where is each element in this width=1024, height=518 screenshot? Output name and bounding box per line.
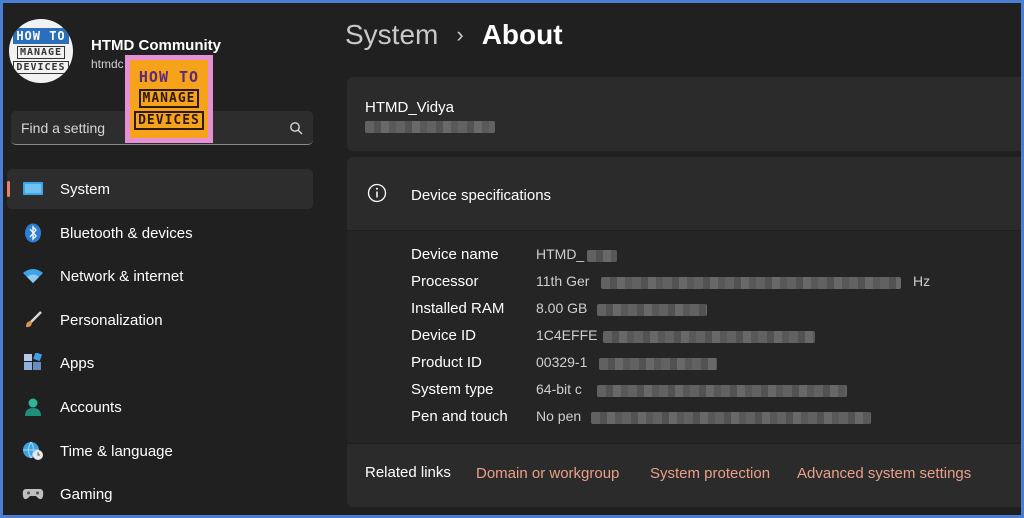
sidebar-item-apps[interactable]: Apps [7,343,313,383]
system-monitor-icon [21,178,45,200]
settings-window: HOW TO MANAGE DEVICES HTMD Community htm… [3,3,1021,515]
sidebar-item-network[interactable]: Network & internet [7,256,313,296]
spec-label: Device name [411,246,499,263]
breadcrumb-parent[interactable]: System [345,19,438,51]
profile-email: htmdc [91,57,124,71]
spec-value: 1C4EFFE [536,327,598,343]
device-specifications-title: Device specifications [411,187,552,204]
wifi-icon [21,265,45,287]
avatar-text-line3: DEVICES [13,61,69,74]
related-links-label: Related links [365,464,451,481]
profile-name: HTMD Community [91,37,221,54]
spec-label: System type [411,381,494,398]
redacted-text [597,304,707,316]
sidebar-item-label: Network & internet [60,268,184,286]
redacted-text [591,412,871,424]
spec-label: Processor [411,273,479,290]
search-icon[interactable] [289,121,303,135]
spec-label: Installed RAM [411,300,505,317]
sidebar-item-label: Gaming [60,486,113,504]
info-icon [367,183,387,203]
watermark-line2: MANAGE [138,89,200,108]
spec-value: No pen [536,408,582,424]
sidebar-item-accounts[interactable]: Accounts [7,387,313,427]
main-content: System › About HTMD_Vidya Device specifi… [323,3,1021,515]
redacted-text [365,121,495,133]
search-placeholder: Find a setting [21,120,106,136]
spec-row-product-id: Product ID 00329-1 [411,352,1011,374]
sidebar-item-bluetooth[interactable]: Bluetooth & devices [7,213,313,253]
redacted-text [601,277,901,289]
sidebar-item-personalization[interactable]: Personalization [7,300,313,340]
spec-row-device-name: Device name HTMD_ [411,244,1011,266]
avatar-text-line1: HOW TO [13,28,69,44]
sidebar: HOW TO MANAGE DEVICES HTMD Community htm… [3,3,323,515]
spec-row-device-id: Device ID 1C4EFFE [411,325,1011,347]
domain-workgroup-link[interactable]: Domain or workgroup [476,465,619,482]
spec-value: 00329-1 [536,354,588,370]
sidebar-item-label: System [60,181,111,198]
active-indicator [7,181,10,197]
gamepad-icon [21,483,45,505]
sidebar-item-system[interactable]: System [7,169,313,209]
spec-value: 8.00 GB [536,300,588,316]
related-links: Related links Domain or workgroup System… [347,443,1021,507]
sidebar-item-time-language[interactable]: Time & language [7,431,313,471]
device-name-title: HTMD_Vidya [365,99,454,116]
device-specifications-card: Device specifications Device name HTMD_ … [347,157,1021,507]
avatar: HOW TO MANAGE DEVICES [9,19,73,83]
paintbrush-icon [21,309,45,331]
breadcrumb-separator: › [456,22,464,47]
avatar-text-line2: MANAGE [16,46,66,59]
sidebar-nav: System Bluetooth & devices Network & int… [3,169,323,515]
spec-row-installed-ram: Installed RAM 8.00 GB [411,298,1011,320]
spec-value-suffix: Hz [913,273,931,289]
device-specifications-header[interactable]: Device specifications [347,157,1021,231]
page-title: About [481,19,563,50]
sidebar-item-label: Accounts [60,398,122,416]
sidebar-item-label: Bluetooth & devices [60,224,193,242]
spec-row-pen-touch: Pen and touch No pen [411,406,1011,428]
advanced-system-settings-link[interactable]: Advanced system settings [797,465,971,482]
specs-list: Device name HTMD_ Processor 11th Ger Hz … [347,231,1021,443]
accounts-icon [21,396,45,418]
spec-row-processor: Processor 11th Ger Hz [411,271,1011,293]
redacted-text [603,331,815,343]
spec-label: Device ID [411,327,477,344]
spec-label: Product ID [411,354,482,371]
redacted-text [587,250,617,262]
spec-value: 64-bit c [536,381,582,397]
globe-clock-icon [21,440,45,462]
spec-label: Pen and touch [411,408,508,425]
sidebar-item-gaming[interactable]: Gaming [7,474,313,514]
redacted-text [599,358,717,370]
system-protection-link[interactable]: System protection [650,465,770,482]
watermark-line3: DEVICES [134,111,204,130]
apps-icon [21,352,45,374]
sidebar-item-label: Personalization [60,311,163,329]
spec-value: HTMD_ [536,246,585,262]
watermark-line1: HOW TO [138,68,200,86]
redacted-text [597,385,847,397]
spec-value: 11th Ger [536,273,590,289]
bluetooth-icon [21,222,45,244]
sidebar-item-label: Time & language [60,442,173,460]
spec-row-system-type: System type 64-bit c [411,379,1011,401]
sidebar-item-label: Apps [60,355,95,373]
watermark-logo: HOW TO MANAGE DEVICES [125,55,213,143]
device-name-card: HTMD_Vidya [347,77,1021,151]
breadcrumb: System › About [345,19,563,51]
